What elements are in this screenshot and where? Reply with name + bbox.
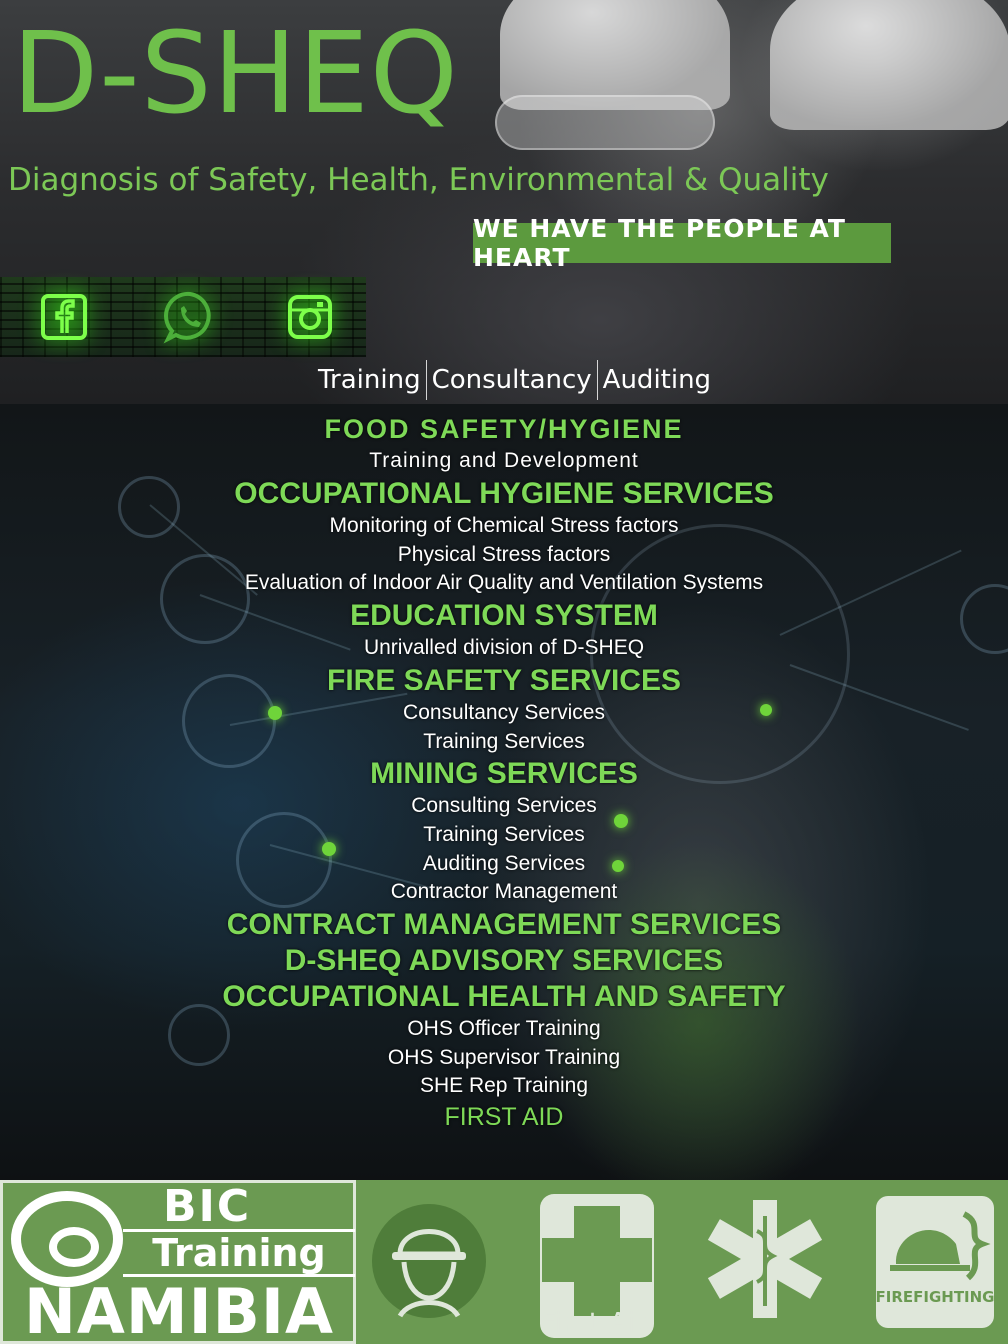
- item-food-training: Training and Development: [369, 449, 639, 472]
- star-of-life-icon: [707, 1200, 823, 1318]
- bic-training-word: Training: [123, 1229, 355, 1277]
- item-ohs-officer: OHS Officer Training: [407, 1017, 601, 1041]
- social-links: [0, 277, 366, 357]
- item-contractor-management: Contractor Management: [390, 880, 618, 904]
- heading-advisory: D-SHEQ ADVISORY SERVICES: [284, 944, 724, 978]
- firefighting-icon: [876, 1196, 994, 1328]
- item-fire-consultancy: Consultancy Services: [403, 700, 605, 724]
- item-chemical-stress: Monitoring of Chemical Stress factors: [329, 514, 679, 537]
- heading-fire-safety: FIRE SAFETY SERVICES: [327, 663, 681, 697]
- safety-goggles-photo: [495, 95, 715, 150]
- menu-divider: [596, 360, 598, 400]
- header-banner: D-SHEQ Diagnosis of Safety, Health, Envi…: [0, 0, 1008, 404]
- hard-hat-photo: [770, 0, 1008, 130]
- hard-hat-photo: [500, 0, 730, 110]
- heading-mining: MINING SERVICES: [370, 757, 638, 791]
- bic-word: BIC: [163, 1181, 252, 1232]
- item-indoor-air: Evaluation of Indoor Air Quality and Ven…: [244, 571, 764, 595]
- facebook-icon[interactable]: [32, 285, 96, 349]
- bic-training-logo: BIC Training NAMIBIA: [0, 1180, 356, 1344]
- motto-banner: WE HAVE THE PEOPLE AT HEART: [473, 214, 891, 272]
- instagram-icon[interactable]: [278, 285, 342, 349]
- item-education-division: Unrivalled division of D-SHEQ: [363, 636, 645, 660]
- services-list: FOOD SAFETY/HYGIENE Training and Develop…: [0, 412, 1008, 1133]
- item-mining-training: Training Services: [423, 822, 585, 846]
- safety-worker-icon: [372, 1204, 486, 1318]
- first-aid-label: First Aid: [540, 1306, 654, 1339]
- item-mining-auditing: Auditing Services: [422, 851, 586, 875]
- item-ohs-supervisor: OHS Supervisor Training: [387, 1045, 621, 1069]
- heading-food-safety: FOOD SAFETY/HYGIENE: [324, 414, 684, 444]
- footer-logos: BIC Training NAMIBIA First Aid FIREFIGHT…: [0, 1180, 1008, 1344]
- heading-education-system: EDUCATION SYSTEM: [350, 599, 658, 633]
- item-physical-stress: Physical Stress factors: [397, 542, 611, 566]
- services-section: FOOD SAFETY/HYGIENE Training and Develop…: [0, 404, 1008, 1180]
- service-menu: Training Consultancy Auditing: [313, 360, 716, 400]
- menu-item-auditing[interactable]: Auditing: [598, 365, 716, 395]
- whatsapp-icon[interactable]: [158, 285, 222, 349]
- menu-divider: [425, 360, 427, 400]
- menu-item-consultancy[interactable]: Consultancy: [427, 365, 597, 395]
- heading-contract-management: CONTRACT MANAGEMENT SERVICES: [226, 908, 782, 942]
- item-she-rep: SHE Rep Training: [419, 1074, 589, 1098]
- bic-emblem-icon: [11, 1191, 123, 1287]
- item-first-aid: FIRST AID: [444, 1103, 564, 1132]
- firefighting-label: FIREFIGHTING: [875, 1288, 995, 1306]
- bic-namibia-word: NAMIBIA: [24, 1275, 334, 1344]
- heading-occupational-hygiene: OCCUPATIONAL HYGIENE SERVICES: [234, 477, 774, 510]
- item-fire-training: Training Services: [423, 729, 585, 753]
- brand-tagline: Diagnosis of Safety, Health, Environment…: [8, 162, 829, 198]
- brand-title: D-SHEQ: [12, 9, 459, 139]
- item-mining-consulting: Consulting Services: [411, 794, 597, 818]
- heading-ohs: OCCUPATIONAL HEALTH AND SAFETY: [222, 980, 786, 1014]
- menu-item-training[interactable]: Training: [313, 365, 426, 395]
